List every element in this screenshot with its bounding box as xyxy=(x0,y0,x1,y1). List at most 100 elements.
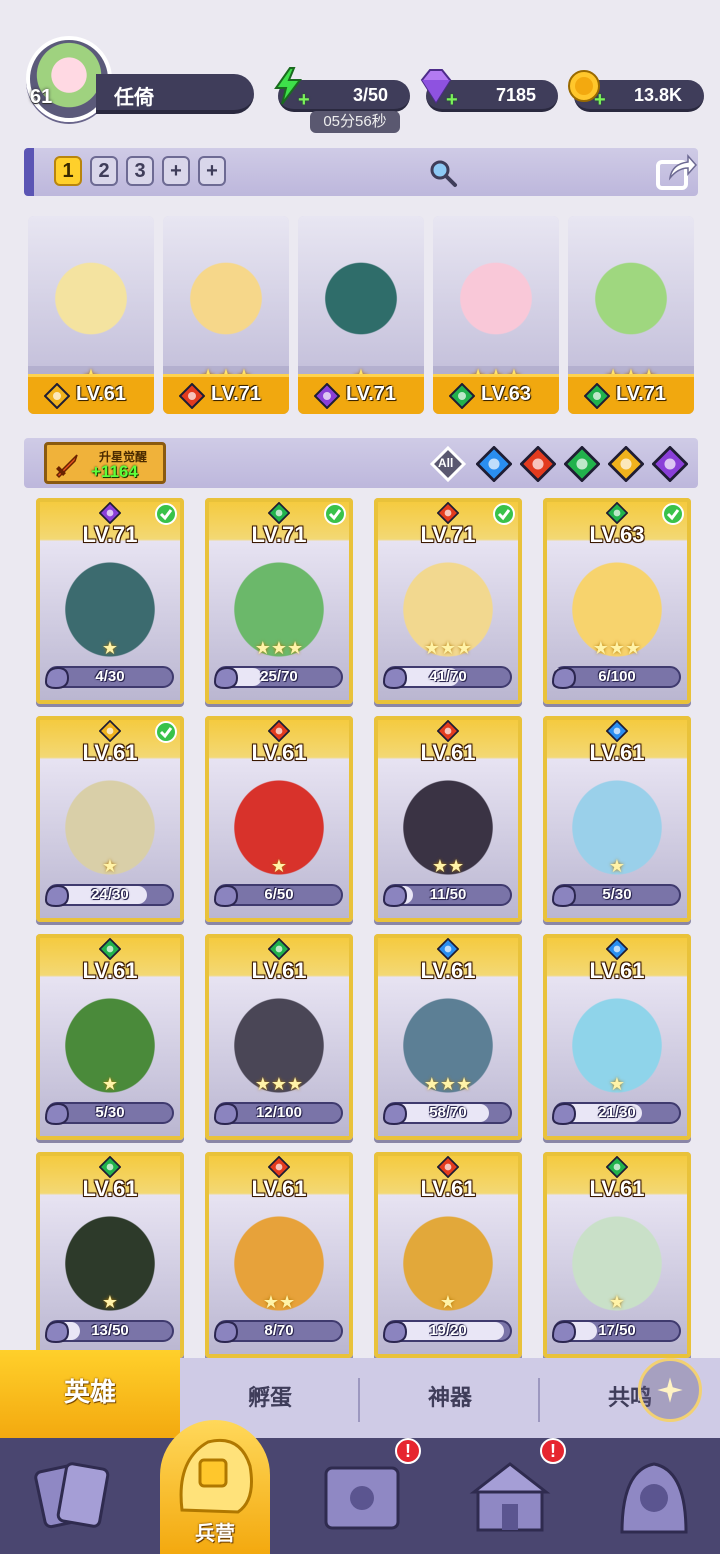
share-icon[interactable] xyxy=(654,152,698,192)
hero-card[interactable]: LV.61 ★★ 11/50 xyxy=(374,716,522,922)
team-hero-card[interactable]: ★★★ LV.71 xyxy=(568,216,694,414)
hero-level: LV.61 xyxy=(82,740,138,765)
hero-card[interactable]: LV.61 ★★★ 12/100 xyxy=(205,934,353,1140)
hero-shard-count: 58/70 xyxy=(429,1104,467,1121)
hero-level: LV.61 xyxy=(589,958,645,983)
team-hero-level-bar: LV.71 xyxy=(298,374,424,414)
filter-light-icon[interactable] xyxy=(607,445,645,483)
hero-card[interactable]: LV.61 ★ 5/30 xyxy=(36,934,184,1140)
fire-element-icon xyxy=(267,719,291,743)
hero-card[interactable]: LV.61 ★ 5/30 xyxy=(543,716,691,922)
wind-element-icon xyxy=(98,937,122,961)
wind-element-icon xyxy=(583,382,611,410)
hero-shard-progress: 6/50 xyxy=(213,884,343,908)
team-hero-portrait xyxy=(163,216,289,366)
search-icon[interactable] xyxy=(428,158,458,188)
team-tab-3[interactable]: 3 xyxy=(126,156,154,186)
hero-stars: ★ xyxy=(101,1292,119,1312)
fire-element-icon xyxy=(436,501,460,525)
team-hero-level-bar: LV.71 xyxy=(568,374,694,414)
hero-card[interactable]: LV.61 ★ 19/20 xyxy=(374,1152,522,1358)
hero-card[interactable]: LV.71 ★ 4/30 xyxy=(36,498,184,704)
hero-card[interactable]: LV.71 ★★★ 41/70 xyxy=(374,498,522,704)
hero-shard-progress: 21/30 xyxy=(551,1102,681,1126)
bottom-nav xyxy=(0,1438,720,1554)
cards-icon[interactable] xyxy=(26,1450,118,1542)
team-hero-card[interactable]: ★ LV.71 xyxy=(298,216,424,414)
hero-shard-progress: 17/50 xyxy=(551,1320,681,1344)
hero-card[interactable]: LV.61 ★ 13/50 xyxy=(36,1152,184,1358)
light-element-icon xyxy=(98,719,122,743)
hero-stars: ★ xyxy=(101,638,119,658)
gold-resource[interactable]: + 13.8K xyxy=(568,70,704,112)
team-tab-2[interactable]: 2 xyxy=(90,156,118,186)
team-tab-add-2[interactable]: + xyxy=(198,156,226,186)
sparkle-float-button[interactable] xyxy=(638,1358,702,1422)
hero-card[interactable]: LV.61 ★ 24/30 xyxy=(36,716,184,922)
filter-all-label: All xyxy=(438,456,454,470)
hero-shard-progress: 58/70 xyxy=(382,1102,512,1126)
hero-card[interactable]: LV.71 ★★★ 25/70 xyxy=(205,498,353,704)
team-hero-card[interactable]: ★ LV.61 xyxy=(28,216,154,414)
notification-badge: ! xyxy=(395,1438,421,1464)
notification-badge: ! xyxy=(540,1438,566,1464)
hero-stars: ★★★ xyxy=(423,1074,473,1094)
dark-element-icon xyxy=(98,501,122,525)
filter-all-button[interactable]: All xyxy=(429,445,467,483)
hero-card[interactable]: LV.61 ★★★ 58/70 xyxy=(374,934,522,1140)
hero-card[interactable]: LV.61 ★ 17/50 xyxy=(543,1152,691,1358)
hero-level: LV.61 xyxy=(589,1176,645,1201)
energy-add-icon[interactable]: + xyxy=(298,90,314,110)
hero-stars: ★ xyxy=(608,1292,626,1312)
filter-fire-icon[interactable] xyxy=(519,445,557,483)
tab-heroes[interactable]: 英雄 xyxy=(0,1350,180,1438)
wind-element-icon xyxy=(605,501,629,525)
hero-stars: ★ xyxy=(608,1074,626,1094)
gold-add-icon[interactable]: + xyxy=(594,90,610,110)
top-bar: 61 任倚 + 3/50 05分56秒 + 7185 + 13.8K xyxy=(0,0,720,140)
hero-level: LV.71 xyxy=(420,522,476,547)
hero-shard-count: 6/50 xyxy=(264,886,294,903)
gold-value: 13.8K xyxy=(633,85,682,105)
nav-barracks[interactable]: 兵营 xyxy=(160,1420,270,1554)
sparkle-icon xyxy=(657,1377,683,1403)
team-hero-level: LV.71 xyxy=(346,383,397,405)
wind-element-icon xyxy=(98,1155,122,1179)
hero-shard-progress: 6/100 xyxy=(551,666,681,690)
filter-water-icon[interactable] xyxy=(475,445,513,483)
hero-stars: ★ xyxy=(101,1074,119,1094)
hero-card[interactable]: LV.61 ★ 6/50 xyxy=(205,716,353,922)
player-name-pill[interactable]: 任倚 xyxy=(96,74,254,114)
hero-shard-count: 12/100 xyxy=(256,1104,302,1121)
team-hero-level: LV.63 xyxy=(481,383,532,405)
hero-card[interactable]: LV.61 ★ 21/30 xyxy=(543,934,691,1140)
gems-resource[interactable]: + 7185 xyxy=(420,69,558,112)
light-element-icon xyxy=(43,382,71,410)
upstar-awaken-button[interactable]: 升星觉醒 +1164 xyxy=(44,442,166,484)
tab-artifacts[interactable]: 神器 xyxy=(360,1358,540,1438)
gems-add-icon[interactable]: + xyxy=(446,90,462,110)
hero-shard-progress: 13/50 xyxy=(44,1320,174,1344)
team-hero-level-bar: LV.63 xyxy=(433,374,559,414)
team-tab-1[interactable]: 1 xyxy=(54,156,82,186)
hero-shard-count: 8/70 xyxy=(264,1322,294,1339)
team-hero-card[interactable]: ★★★ LV.63 xyxy=(433,216,559,414)
hero-card[interactable]: LV.61 ★★ 8/70 xyxy=(205,1152,353,1358)
team-hero-card[interactable]: ★★★ LV.71 xyxy=(163,216,289,414)
hooded-figure-icon[interactable] xyxy=(608,1450,700,1542)
hero-card[interactable]: LV.63 ★★★ 6/100 xyxy=(543,498,691,704)
gems-value: 7185 xyxy=(495,85,536,105)
fire-element-icon xyxy=(178,382,206,410)
hero-shard-progress: 11/50 xyxy=(382,884,512,908)
shrine-icon[interactable] xyxy=(464,1450,556,1542)
team-tabs-bar: 1 2 3 + + xyxy=(24,148,698,196)
book-icon[interactable] xyxy=(316,1450,408,1542)
hero-stars: ★ xyxy=(439,1292,457,1312)
energy-resource[interactable]: + 3/50 xyxy=(274,67,410,112)
team-tab-add-1[interactable]: + xyxy=(162,156,190,186)
filter-wind-icon[interactable] xyxy=(563,445,601,483)
hero-level: LV.61 xyxy=(82,958,138,983)
sub-tabs: 英雄 孵蛋 神器 共鸣 xyxy=(0,1350,720,1438)
filter-dark-icon[interactable] xyxy=(651,445,689,483)
water-element-icon xyxy=(605,719,629,743)
